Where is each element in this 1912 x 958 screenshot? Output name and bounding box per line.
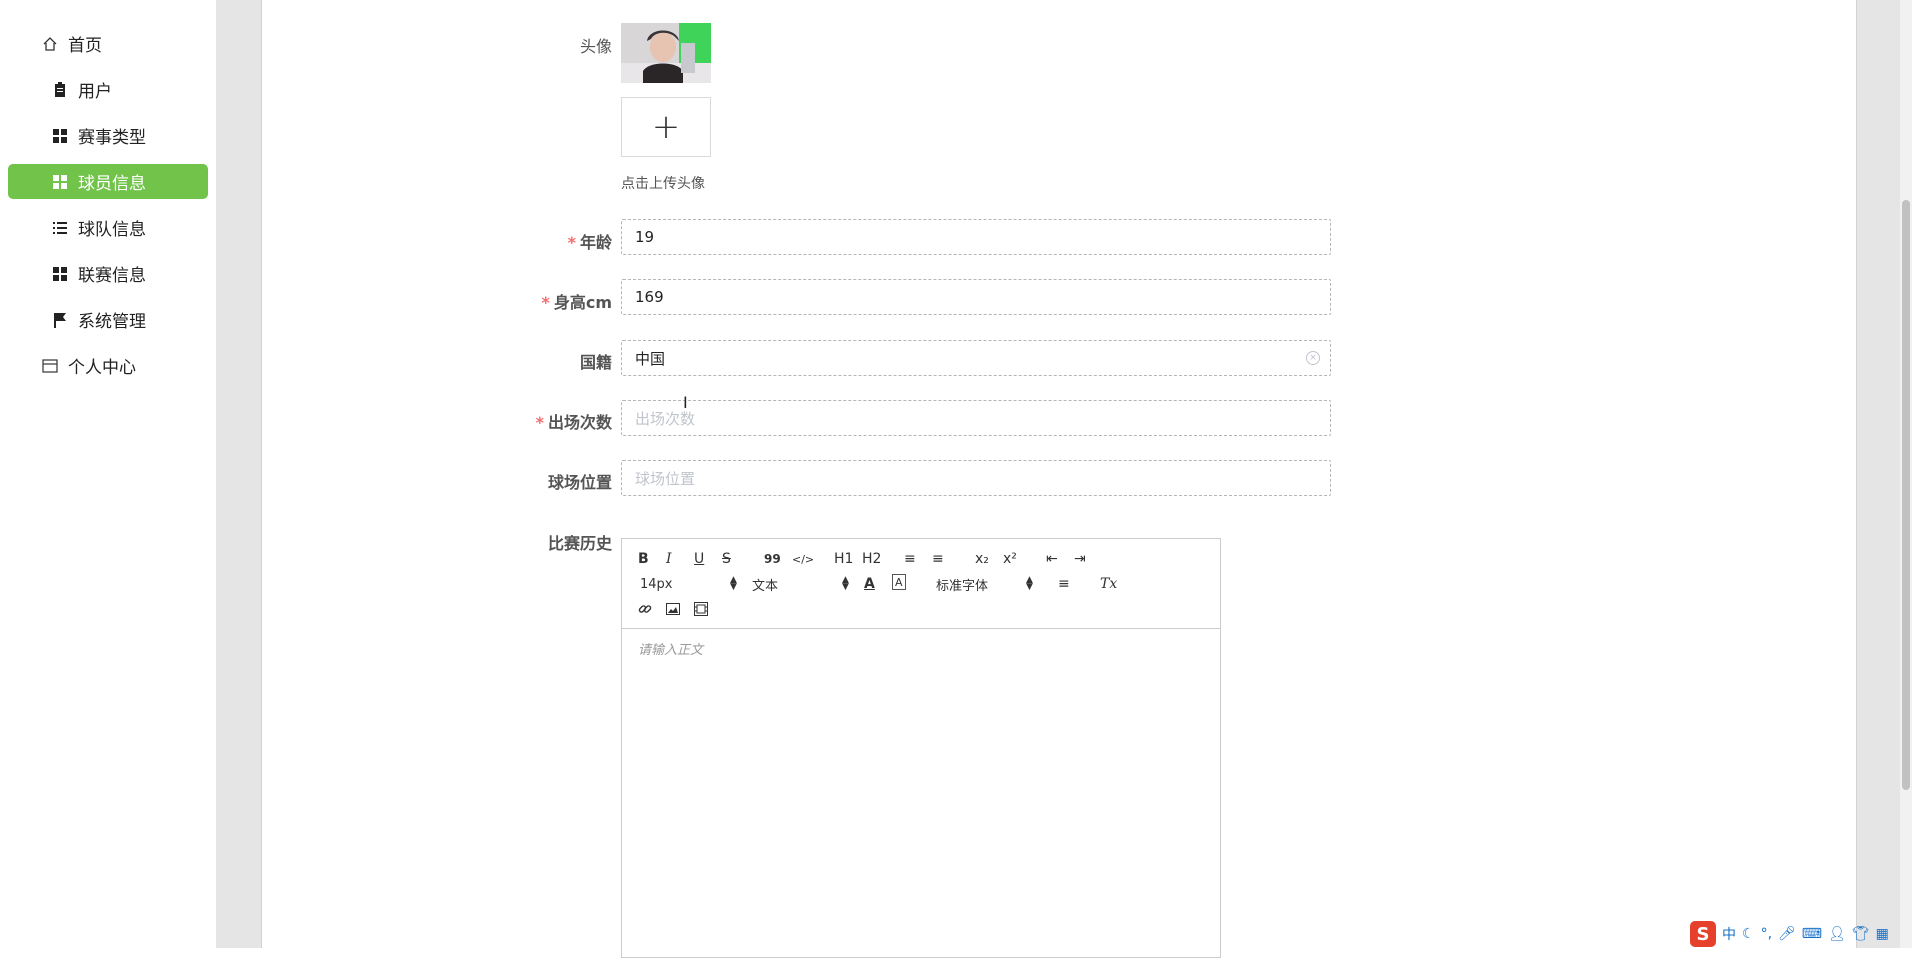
moon-icon[interactable]: ☾ [1742,926,1755,942]
punctuation-icon[interactable]: °, [1761,926,1772,942]
clear-icon[interactable]: × [1306,351,1320,365]
bold-button[interactable]: B [638,549,649,569]
select-arrow-icon: ▲ ▼ [730,575,737,592]
video-icon[interactable] [694,599,708,619]
sidebar-item-label: 球队信息 [78,220,146,240]
grid-icon [50,126,70,146]
sidebar-item-users[interactable]: 用户 [8,72,208,107]
list-icon [50,218,70,238]
indent-button[interactable]: ⇥ [1074,549,1086,569]
sidebar-item-label: 球员信息 [78,174,146,194]
home-icon [40,34,60,54]
sogou-logo-icon: S [1690,921,1716,947]
flag-icon [50,310,70,330]
sidebar-item-label: 联赛信息 [78,266,146,286]
sidebar-item-label: 赛事类型 [78,128,146,148]
match-history-label: 比赛历史 [547,534,612,553]
appearances-label: * 出场次数 [535,413,612,432]
age-label: * 年龄 [567,233,612,252]
rich-text-editor: B I U S 99 </> H1 H2 ≡ ≡ x₂ x² ⇤ ⇥ 14px … [621,538,1221,958]
ordered-list-button[interactable]: ≡ [904,549,916,569]
keyboard-icon[interactable]: ⌨ [1802,926,1822,942]
clean-format-button[interactable]: Tx [1100,574,1117,594]
sidebar-item-label: 系统管理 [78,312,146,332]
editor-toolbar: B I U S 99 </> H1 H2 ≡ ≡ x₂ x² ⇤ ⇥ 14px … [622,539,1220,629]
sidebar-item-personal-center[interactable]: 个人中心 [8,348,208,383]
appearances-input[interactable]: 出场次数 [621,400,1331,436]
superscript-button[interactable]: x² [1003,549,1017,569]
ime-toolbar[interactable]: S 中 ☾ °, 🎤︎ ⌨ 👤︎ 👕︎ ▦ [1690,920,1900,948]
h2-button[interactable]: H2 [862,549,881,569]
age-input[interactable]: 19 [621,219,1331,255]
italic-button[interactable]: I [666,549,672,569]
strike-button[interactable]: S [722,549,731,569]
avatar-upload-hint: 点击上传头像 [621,176,705,192]
nationality-input[interactable]: 中国 × [621,340,1331,376]
avatar-label: 头像 [579,37,612,56]
editor-content-area[interactable]: 请输入正文 [622,629,1220,668]
required-mark: * [567,233,576,252]
header-select[interactable]: 文本 ▲ ▼ [752,574,849,594]
quote-button[interactable]: 99 [764,549,781,569]
font-family-select[interactable]: 标准字体 ▲ ▼ [936,574,1033,594]
image-icon[interactable] [666,599,680,619]
apps-icon[interactable]: ▦ [1876,926,1889,942]
right-gutter [1856,0,1900,948]
sidebar-item-system-management[interactable]: 系统管理 [8,302,208,337]
h1-button[interactable]: H1 [834,549,853,569]
link-icon[interactable] [638,599,652,619]
background-color-button[interactable]: A [892,574,906,590]
ime-mode-indicator[interactable]: 中 [1722,924,1736,944]
shirt-icon[interactable]: 👕︎ [1852,926,1870,942]
bullet-list-button[interactable]: ≡ [932,549,944,569]
sidebar-item-label: 首页 [68,36,102,56]
grid-icon [50,172,70,192]
scrollbar-thumb[interactable] [1902,200,1910,790]
microphone-icon[interactable]: 🎤︎ [1778,926,1796,942]
height-label: * 身高cm [541,293,612,312]
plus-icon: + [651,107,681,147]
text-cursor-icon: I [683,393,688,412]
select-arrow-icon: ▲ ▼ [842,575,849,592]
select-arrow-icon: ▲ ▼ [1026,575,1033,592]
position-input[interactable]: 球场位置 [621,460,1331,496]
subscript-button[interactable]: x₂ [975,549,989,569]
required-mark: * [535,413,544,432]
sidebar-item-team-info[interactable]: 球队信息 [8,210,208,245]
sidebar-item-event-types[interactable]: 赛事类型 [8,118,208,153]
sidebar-item-home[interactable]: 首页 [8,26,208,61]
sidebar-item-player-info[interactable]: 球员信息 [8,164,208,199]
code-button[interactable]: </> [792,549,814,569]
vertical-scrollbar[interactable] [1900,0,1912,948]
align-button[interactable]: ≡ [1058,574,1070,594]
underline-button[interactable]: U [694,549,704,569]
outdent-button[interactable]: ⇤ [1046,549,1058,569]
sidebar-item-label: 个人中心 [68,358,136,378]
font-size-select[interactable]: 14px ▲ ▼ [640,574,737,594]
nationality-label: 国籍 [579,353,612,372]
height-input[interactable]: 169 [621,279,1331,315]
required-mark: * [541,293,550,312]
left-gutter [216,0,262,948]
position-label: 球场位置 [547,473,612,492]
sidebar: 首页 用户 赛事类型 球员信息 球队信息 联赛信息 系统管理 个人中心 [0,0,216,948]
card-icon [40,356,60,376]
avatar-image [621,23,711,83]
sidebar-item-label: 用户 [78,82,112,102]
sidebar-item-league-info[interactable]: 联赛信息 [8,256,208,291]
font-color-button[interactable]: A [864,574,875,594]
avatar-upload-button[interactable]: + [621,97,711,157]
clipboard-icon [50,80,70,100]
grid-icon [50,264,70,284]
user-icon[interactable]: 👤︎ [1828,926,1846,942]
